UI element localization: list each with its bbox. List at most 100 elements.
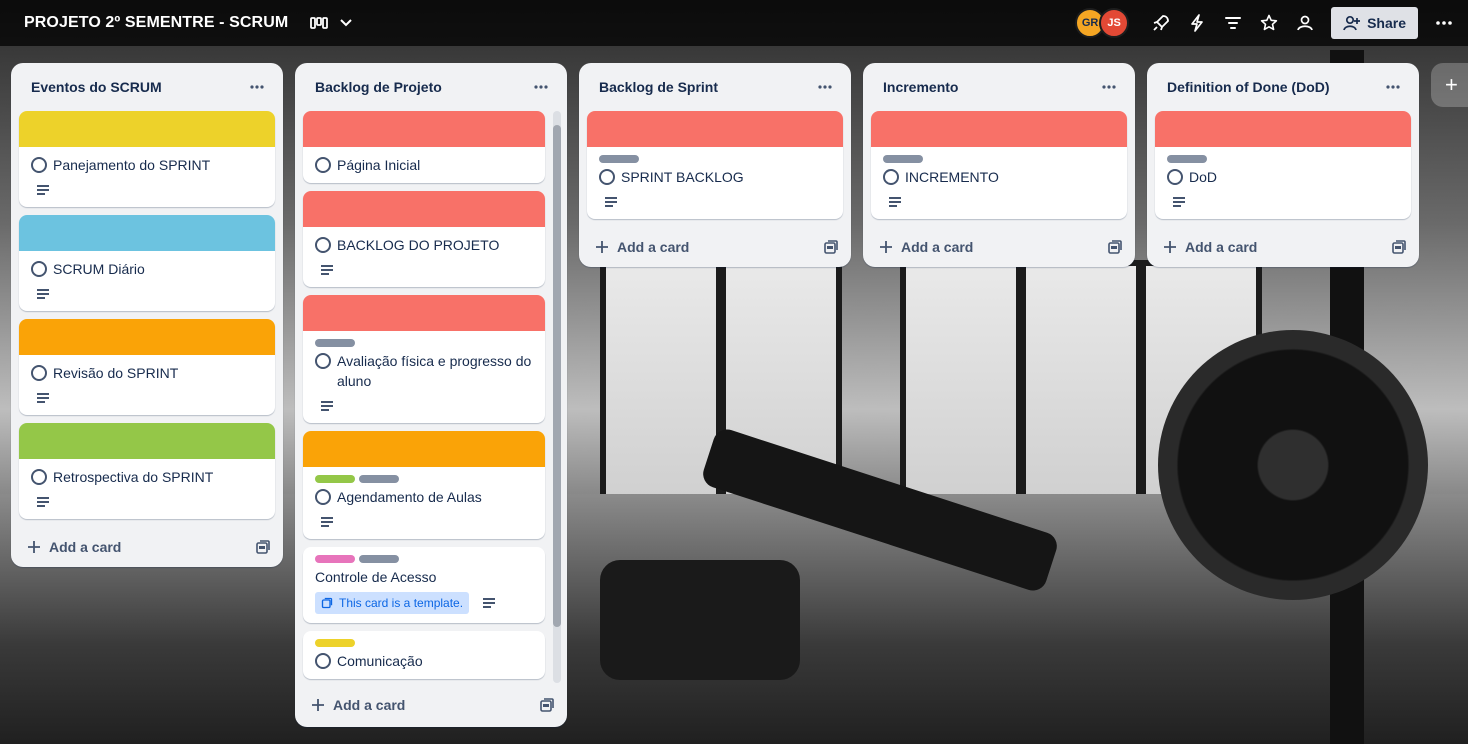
scrollbar-thumb[interactable]	[553, 125, 561, 627]
complete-checkbox[interactable]	[1167, 169, 1183, 185]
card-label[interactable]	[883, 155, 923, 163]
complete-checkbox[interactable]	[599, 169, 615, 185]
more-icon	[1436, 21, 1452, 25]
board-menu-button[interactable]	[1426, 7, 1462, 39]
card-comunicacao[interactable]: Comunicação	[303, 631, 545, 679]
complete-checkbox[interactable]	[883, 169, 899, 185]
list-title[interactable]: Eventos do SCRUM	[31, 79, 162, 95]
add-card-button[interactable]: Add a card	[311, 697, 405, 713]
chevron-down-icon	[340, 19, 353, 27]
description-icon	[321, 265, 333, 275]
star-button[interactable]	[1251, 7, 1287, 39]
card-scrum-diario[interactable]: SCRUM Diário	[19, 215, 275, 311]
card-cover	[1155, 111, 1411, 147]
card-dod[interactable]: DoD	[1155, 111, 1411, 219]
card-title: SPRINT BACKLOG	[621, 169, 744, 185]
description-icon	[605, 197, 617, 207]
list-menu-button[interactable]	[527, 73, 555, 101]
lightning-icon	[1191, 14, 1203, 32]
list-title[interactable]: Backlog de Projeto	[315, 79, 442, 95]
more-icon	[250, 85, 264, 89]
card-label[interactable]	[599, 155, 639, 163]
list-title[interactable]: Definition of Done (DoD)	[1167, 79, 1330, 95]
card-incremento[interactable]: INCREMENTO	[871, 111, 1127, 219]
share-button[interactable]: Share	[1331, 7, 1418, 39]
list-menu-button[interactable]	[811, 73, 839, 101]
power-ups-button[interactable]	[1143, 7, 1179, 39]
complete-checkbox[interactable]	[315, 157, 331, 173]
card-cover	[19, 319, 275, 355]
filter-button[interactable]	[1215, 7, 1251, 39]
card-cover	[871, 111, 1127, 147]
card-retrospectiva-do-sprint[interactable]: Retrospectiva do SPRINT	[19, 423, 275, 519]
complete-checkbox[interactable]	[315, 353, 331, 369]
star-icon	[1260, 14, 1278, 31]
automation-button[interactable]	[1179, 7, 1215, 39]
create-from-template-icon[interactable]	[539, 697, 555, 713]
board-header: PROJETO 2º SEMENTRE - SCRUM GR JS Share	[0, 0, 1468, 46]
description-icon	[37, 289, 49, 299]
card-pagina-inicial[interactable]: Página Inicial	[303, 111, 545, 183]
card-title: Panejamento do SPRINT	[53, 157, 211, 173]
list-menu-button[interactable]	[1095, 73, 1123, 101]
member-avatar-js[interactable]: JS	[1099, 8, 1130, 38]
card-sprint-backlog[interactable]: SPRINT BACKLOG	[587, 111, 843, 219]
create-from-template-icon[interactable]	[1107, 239, 1123, 255]
complete-checkbox[interactable]	[315, 653, 331, 669]
card-label[interactable]	[315, 639, 355, 647]
card-avaliacao-fisica[interactable]: Avaliação física e progresso do aluno	[303, 295, 545, 423]
add-card-button[interactable]: Add a card	[27, 539, 121, 555]
card-cover	[19, 111, 275, 147]
card-controle-de-acesso[interactable]: Controle de Acesso This card is a templa…	[303, 547, 545, 623]
create-from-template-icon[interactable]	[1391, 239, 1407, 255]
rocket-icon	[1153, 15, 1169, 31]
filter-icon	[1225, 17, 1242, 29]
board-view-icon	[310, 17, 329, 29]
card-label[interactable]	[315, 339, 355, 347]
card-panejamento-do-sprint[interactable]: Panejamento do SPRINT	[19, 111, 275, 207]
visibility-button[interactable]	[1287, 7, 1323, 39]
list-title[interactable]: Backlog de Sprint	[599, 79, 718, 95]
card-label[interactable]	[359, 475, 399, 483]
list-definition-of-done: Definition of Done (DoD) DoD Add a card	[1147, 63, 1419, 267]
description-icon	[483, 598, 496, 608]
list-scrollbar[interactable]	[553, 111, 561, 683]
card-title: Revisão do SPRINT	[53, 365, 179, 381]
list-menu-button[interactable]	[1379, 73, 1407, 101]
create-from-template-icon[interactable]	[823, 239, 839, 255]
template-badge: This card is a template.	[315, 592, 470, 614]
card-revisao-do-sprint[interactable]: Revisão do SPRINT	[19, 319, 275, 415]
complete-checkbox[interactable]	[31, 365, 47, 381]
list-backlog-de-sprint: Backlog de Sprint SPRINT BACKLOG Add a c…	[579, 63, 851, 267]
card-label[interactable]	[315, 475, 355, 483]
card-title: BACKLOG DO PROJETO	[337, 237, 500, 253]
card-label[interactable]	[359, 555, 399, 563]
complete-checkbox[interactable]	[31, 157, 47, 173]
board-title[interactable]: PROJETO 2º SEMENTRE - SCRUM	[24, 14, 288, 32]
card-cover	[587, 111, 843, 147]
complete-checkbox[interactable]	[31, 261, 47, 277]
complete-checkbox[interactable]	[315, 237, 331, 253]
more-icon	[534, 85, 548, 89]
add-list-button[interactable]: +	[1431, 63, 1468, 107]
add-card-button[interactable]: Add a card	[595, 239, 689, 255]
list-menu-button[interactable]	[243, 73, 271, 101]
card-cover	[303, 431, 545, 467]
card-agendamento-de-aulas[interactable]: Agendamento de Aulas	[303, 431, 545, 539]
complete-checkbox[interactable]	[315, 489, 331, 505]
share-label: Share	[1367, 15, 1406, 31]
add-card-button[interactable]: Add a card	[1163, 239, 1257, 255]
card-backlog-do-projeto[interactable]: BACKLOG DO PROJETO	[303, 191, 545, 287]
description-icon	[37, 393, 49, 403]
description-icon	[37, 497, 49, 507]
card-label[interactable]	[1167, 155, 1207, 163]
card-label[interactable]	[315, 555, 355, 563]
add-card-button[interactable]: Add a card	[879, 239, 973, 255]
card-cover	[303, 191, 545, 227]
complete-checkbox[interactable]	[31, 469, 47, 485]
view-switcher[interactable]	[310, 16, 353, 30]
card-title: INCREMENTO	[905, 169, 999, 185]
create-from-template-icon[interactable]	[255, 539, 271, 555]
list-title[interactable]: Incremento	[883, 79, 958, 95]
description-icon	[321, 401, 333, 411]
